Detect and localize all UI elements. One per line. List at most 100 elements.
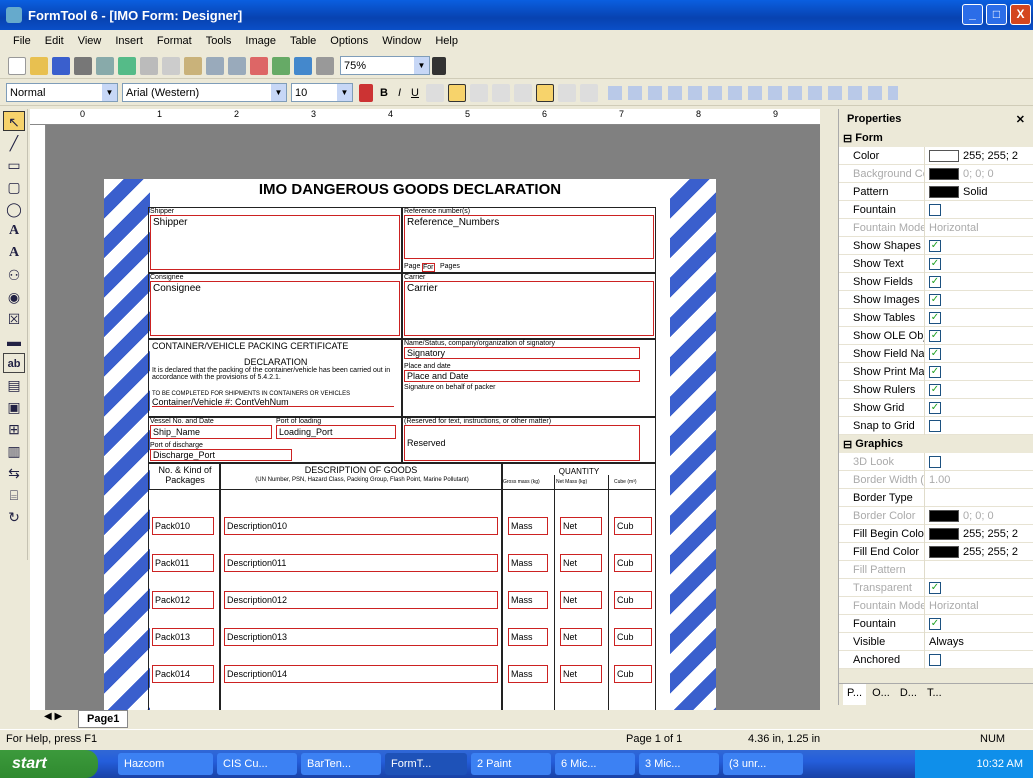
copy-icon[interactable]	[162, 56, 180, 75]
button-tool-icon[interactable]: ▬	[3, 331, 25, 351]
arrange-tools[interactable]	[607, 85, 898, 100]
property-row[interactable]: Show OLE Object ✓	[839, 326, 1033, 345]
cube-field[interactable]: Cub	[614, 628, 652, 646]
size-select[interactable]: 10 ▼	[291, 83, 353, 102]
property-row[interactable]: Fountain	[839, 200, 1033, 219]
net-field[interactable]: Net	[560, 665, 602, 683]
field-tool-icon[interactable]: ab	[3, 353, 25, 373]
property-row[interactable]: 3D Look	[839, 452, 1033, 471]
tab-nav-icon[interactable]: ◀ ▶	[44, 711, 62, 722]
property-checkbox[interactable]: ✓	[929, 311, 941, 324]
description-field[interactable]: Description013	[224, 628, 498, 646]
tab-page1[interactable]: Page1	[78, 710, 129, 728]
property-value[interactable]: ✓	[925, 579, 1033, 597]
menu-table[interactable]: Table	[283, 35, 323, 47]
property-row[interactable]: Show Fields ✓	[839, 272, 1033, 291]
tab-order-tool-icon[interactable]: ⇆	[3, 463, 25, 483]
paste-icon[interactable]	[184, 56, 202, 75]
chart-tool-icon[interactable]: ▥	[3, 441, 25, 461]
property-value[interactable]	[925, 453, 1033, 471]
menu-tools[interactable]: Tools	[199, 35, 239, 47]
checkbox-tool-icon[interactable]: ☒	[3, 309, 25, 329]
tab-objects[interactable]: O...	[868, 684, 894, 705]
property-checkbox[interactable]: ✓	[929, 239, 941, 252]
ellipse-tool-icon[interactable]: ◯	[3, 199, 25, 219]
font-select[interactable]: Arial (Western) ▼	[122, 83, 287, 102]
ole-tool-icon[interactable]: ⌸	[3, 485, 25, 505]
property-value[interactable]: ✓	[925, 255, 1033, 273]
pack-field[interactable]: Pack013	[152, 628, 214, 646]
property-row[interactable]: Border Width (pt.) 1.00	[839, 470, 1033, 489]
cube-field[interactable]: Cub	[614, 665, 652, 683]
mass-field[interactable]: Mass	[508, 591, 548, 609]
menu-insert[interactable]: Insert	[108, 35, 150, 47]
property-value[interactable]: 255; 255; 2	[925, 147, 1033, 165]
property-row[interactable]: Show Text ✓	[839, 254, 1033, 273]
property-row[interactable]: Background Color 0; 0; 0	[839, 164, 1033, 183]
property-checkbox[interactable]	[929, 653, 941, 666]
bold-icon[interactable]: B	[380, 87, 388, 99]
task-hazcom[interactable]: Hazcom	[118, 753, 213, 775]
align-right-icon[interactable]	[491, 83, 510, 102]
property-row[interactable]: Fill Pattern	[839, 560, 1033, 579]
minimize-button[interactable]: _	[962, 4, 983, 25]
design-canvas[interactable]: IMO DANGEROUS GOODS DECLARATION Shipper …	[46, 125, 820, 710]
italic-icon[interactable]: I	[398, 87, 401, 99]
property-checkbox[interactable]: ✓	[929, 365, 941, 378]
reference-field[interactable]: Reference_Numbers	[404, 215, 654, 259]
task-mic-3[interactable]: 3 Mic...	[639, 753, 719, 775]
rounded-rect-tool-icon[interactable]: ▢	[3, 177, 25, 197]
property-value[interactable]: Horizontal	[925, 219, 1033, 237]
property-row[interactable]: Show Rulers ✓	[839, 380, 1033, 399]
cube-field[interactable]: Cub	[614, 554, 652, 572]
property-value[interactable]: ✓	[925, 309, 1033, 327]
loading-port-field[interactable]: Loading_Port	[276, 425, 396, 439]
rectangle-tool-icon[interactable]: ▭	[3, 155, 25, 175]
shipper-field[interactable]: Shipper	[150, 215, 400, 270]
property-row[interactable]: Fill Begin Color 255; 255; 2	[839, 524, 1033, 543]
property-row[interactable]: Fountain Mode Horizontal	[839, 218, 1033, 237]
mass-field[interactable]: Mass	[508, 628, 548, 646]
mass-field[interactable]: Mass	[508, 665, 548, 683]
task-mic-6[interactable]: 6 Mic...	[555, 753, 635, 775]
text-tool-icon[interactable]: A	[3, 221, 25, 241]
menu-file[interactable]: File	[6, 35, 38, 47]
align-center-icon[interactable]	[469, 83, 488, 102]
property-row[interactable]: Border Color 0; 0; 0	[839, 506, 1033, 525]
tab-tables[interactable]: T...	[923, 684, 946, 705]
mass-field[interactable]: Mass	[508, 554, 548, 572]
property-value[interactable]	[925, 201, 1033, 219]
place-date-field[interactable]: Place and Date	[404, 370, 640, 382]
menu-help[interactable]: Help	[428, 35, 465, 47]
property-row[interactable]: Show Field Names ✓	[839, 344, 1033, 363]
grid-icon[interactable]	[294, 56, 312, 75]
mass-field[interactable]: Mass	[508, 517, 548, 535]
table-tool-icon[interactable]: ⊞	[3, 419, 25, 439]
barcode-tool-icon[interactable]: ▤	[3, 375, 25, 395]
property-value[interactable]: 0; 0; 0	[925, 165, 1033, 183]
task-barten[interactable]: BarTen...	[301, 753, 381, 775]
new-icon[interactable]	[8, 56, 26, 75]
menu-view[interactable]: View	[71, 35, 109, 47]
save-icon[interactable]	[52, 56, 70, 75]
font-color-icon[interactable]	[359, 83, 373, 102]
property-row[interactable]: Color 255; 255; 2	[839, 146, 1033, 165]
strike-icon[interactable]	[425, 83, 444, 102]
line-width-icon[interactable]	[557, 83, 576, 102]
undo-icon[interactable]	[206, 56, 224, 75]
property-value[interactable]: 0; 0; 0	[925, 507, 1033, 525]
property-checkbox[interactable]: ✓	[929, 347, 941, 360]
menu-edit[interactable]: Edit	[38, 35, 71, 47]
property-row[interactable]: Border Type	[839, 488, 1033, 507]
property-row[interactable]: Fountain Mode Horizontal	[839, 596, 1033, 615]
property-row[interactable]: Show Shapes ✓	[839, 236, 1033, 255]
pin-close-icon[interactable]: ✕	[1016, 113, 1025, 126]
property-checkbox[interactable]	[929, 455, 941, 468]
radio-tool-icon[interactable]: ◉	[3, 287, 25, 307]
property-value[interactable]: ✓	[925, 381, 1033, 399]
pack-field[interactable]: Pack012	[152, 591, 214, 609]
property-value[interactable]: ✓	[925, 237, 1033, 255]
property-value[interactable]	[925, 651, 1033, 669]
net-field[interactable]: Net	[560, 591, 602, 609]
property-value[interactable]: ✓	[925, 363, 1033, 381]
